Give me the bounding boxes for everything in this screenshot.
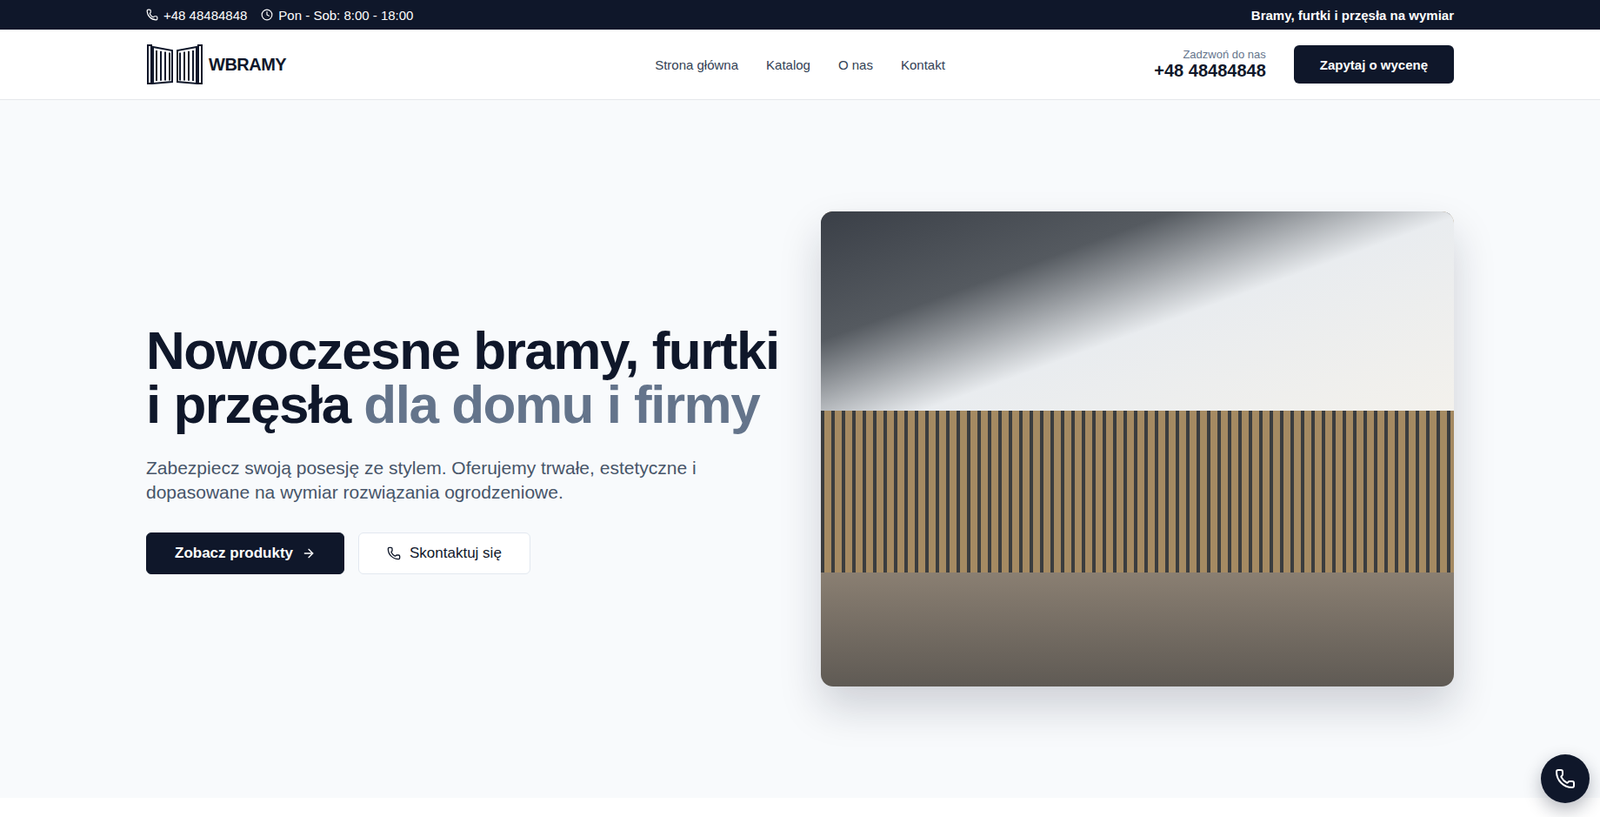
phone-icon: [386, 546, 401, 560]
nav-link[interactable]: Kontakt: [900, 57, 946, 73]
hero-subtitle: Zabezpiecz swoją posesję ze stylem. Ofer…: [146, 455, 738, 506]
products-button[interactable]: Zobacz produkty: [146, 532, 345, 574]
floating-call-button[interactable]: [1540, 753, 1590, 803]
hero-title-accent: dla domu i firmy: [363, 373, 760, 434]
top-tagline: Bramy, furtki i przęsła na wymiar: [1251, 7, 1454, 23]
quote-button[interactable]: Zapytaj o wycenę: [1293, 45, 1454, 84]
logo[interactable]: WBRAMY: [146, 43, 655, 86]
gate-logo-icon: [146, 43, 204, 86]
nav-link[interactable]: O nas: [838, 57, 874, 73]
nav-link[interactable]: Strona główna: [654, 57, 739, 73]
arrow-right-icon: [301, 546, 316, 560]
call-label: Zadzwoń do nas: [1182, 47, 1266, 61]
call-phone: +48 48484848: [1153, 60, 1266, 81]
call-box[interactable]: Zadzwoń do nas+48 48484848: [1153, 47, 1266, 81]
hero-title: Nowoczesne bramy, furtki i przęsła dla d…: [146, 323, 780, 432]
logo-text: WBRAMY: [208, 54, 287, 75]
hero: Nowoczesne bramy, furtki i przęsła dla d…: [0, 100, 1600, 798]
nav-link[interactable]: Katalog: [766, 57, 811, 73]
phone-icon: [1554, 767, 1576, 789]
main-nav: Strona główna Katalog O nas Kontakt: [654, 57, 946, 73]
top-phone[interactable]: +48 48484848: [146, 7, 247, 23]
header: WBRAMY Strona główna Katalog O nas Kontakt Za…: [0, 29, 1600, 100]
phone-icon: [146, 8, 159, 21]
top-bar: +48 48484848 Pon - Sob: 8:00 - 18:00 Bramy…: [0, 0, 1600, 30]
top-hours: Pon - Sob: 8:00 - 18:00: [260, 7, 414, 23]
contact-button[interactable]: Skontaktuj się: [358, 532, 531, 574]
hero-photo: [820, 211, 1454, 687]
clock-icon: [260, 8, 274, 21]
